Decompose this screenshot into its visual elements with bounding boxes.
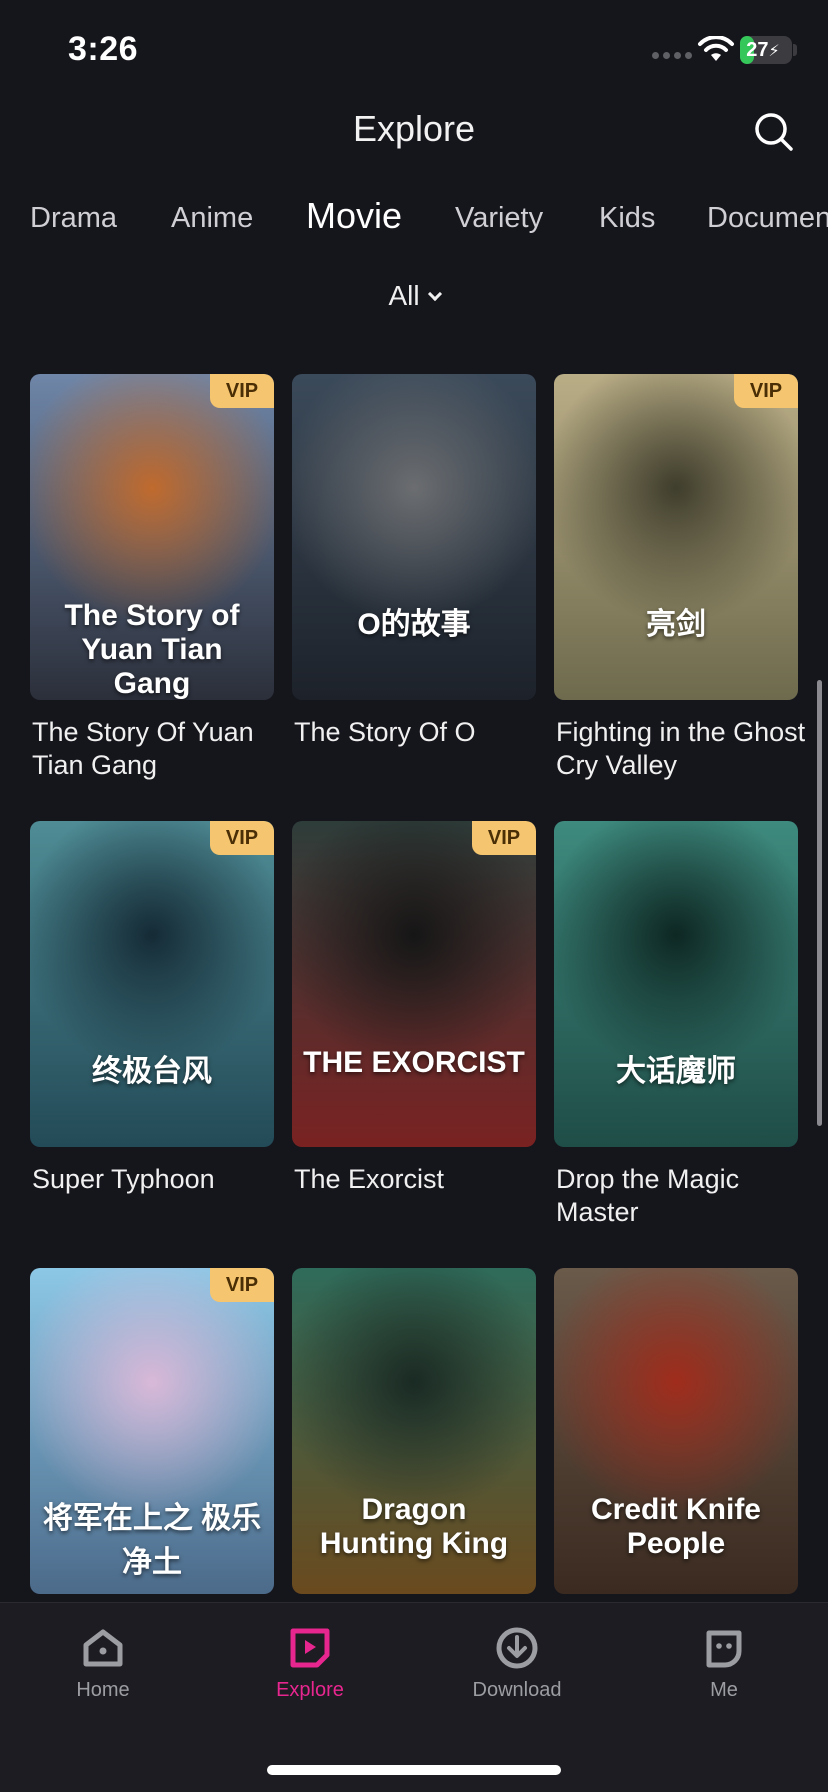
poster-title-art: 亮剑 <box>646 608 706 641</box>
movie-poster[interactable]: Dragon Hunting King <box>292 1268 536 1594</box>
nav-download[interactable]: Download <box>447 1625 587 1725</box>
bottom-nav: Home Explore Download Me <box>0 1602 828 1792</box>
poster-title-art: 将军在上之 极乐净土 <box>42 1502 262 1579</box>
movie-poster[interactable]: THE EXORCIST VIP <box>292 821 536 1147</box>
movie-title: Fighting in the Ghost Cry Valley <box>556 717 806 780</box>
movie-title: The Exorcist <box>294 1164 445 1194</box>
nav-home-label: Home <box>76 1679 130 1701</box>
nav-explore[interactable]: Explore <box>240 1625 380 1725</box>
movie-title: Super Typhoon <box>32 1164 215 1194</box>
nav-me-label: Me <box>710 1679 738 1701</box>
poster-title-art: The Story of Yuan Tian Gang <box>64 599 240 700</box>
movie-poster[interactable]: Credit Knife People <box>554 1268 798 1594</box>
movie-poster[interactable]: The Story of Yuan Tian Gang VIP <box>30 374 274 700</box>
movie-poster[interactable]: 终极台风 VIP <box>30 821 274 1147</box>
poster-title-art: Credit Knife People <box>590 1493 761 1560</box>
download-icon <box>496 1627 538 1669</box>
poster-title-art: O的故事 <box>357 608 471 641</box>
nav-home[interactable]: Home <box>33 1625 173 1725</box>
home-icon <box>83 1629 123 1667</box>
movie-title: The Story Of O <box>294 717 476 747</box>
vip-badge: VIP <box>210 374 274 408</box>
movie-poster[interactable]: 亮剑 VIP <box>554 374 798 700</box>
nav-me[interactable]: Me <box>654 1625 794 1725</box>
home-indicator <box>267 1765 561 1775</box>
movie-grid: The Story of Yuan Tian Gang VIP The Story … <box>0 0 828 1600</box>
poster-title-art: Dragon Hunting King <box>319 1493 509 1560</box>
vip-badge: VIP <box>734 374 798 408</box>
scrollbar[interactable] <box>817 680 822 1126</box>
explore-icon <box>290 1628 330 1668</box>
movie-poster[interactable]: 大话魔师 <box>554 821 798 1147</box>
vip-badge: VIP <box>210 821 274 855</box>
movie-poster[interactable]: 将军在上之 极乐净土 VIP <box>30 1268 274 1594</box>
poster-title-art: 大话魔师 <box>616 1055 736 1088</box>
nav-explore-label: Explore <box>276 1679 344 1701</box>
poster-title-art: 终极台风 <box>92 1055 212 1088</box>
movie-title: Drop the Magic Master <box>556 1164 740 1227</box>
poster-title-art: THE EXORCIST <box>303 1046 525 1079</box>
nav-download-label: Download <box>472 1679 562 1701</box>
movie-poster[interactable]: O的故事 <box>292 374 536 700</box>
movie-title: The Story Of Yuan Tian Gang <box>32 717 254 780</box>
me-icon <box>706 1630 742 1668</box>
vip-badge: VIP <box>472 821 536 855</box>
vip-badge: VIP <box>210 1268 274 1302</box>
